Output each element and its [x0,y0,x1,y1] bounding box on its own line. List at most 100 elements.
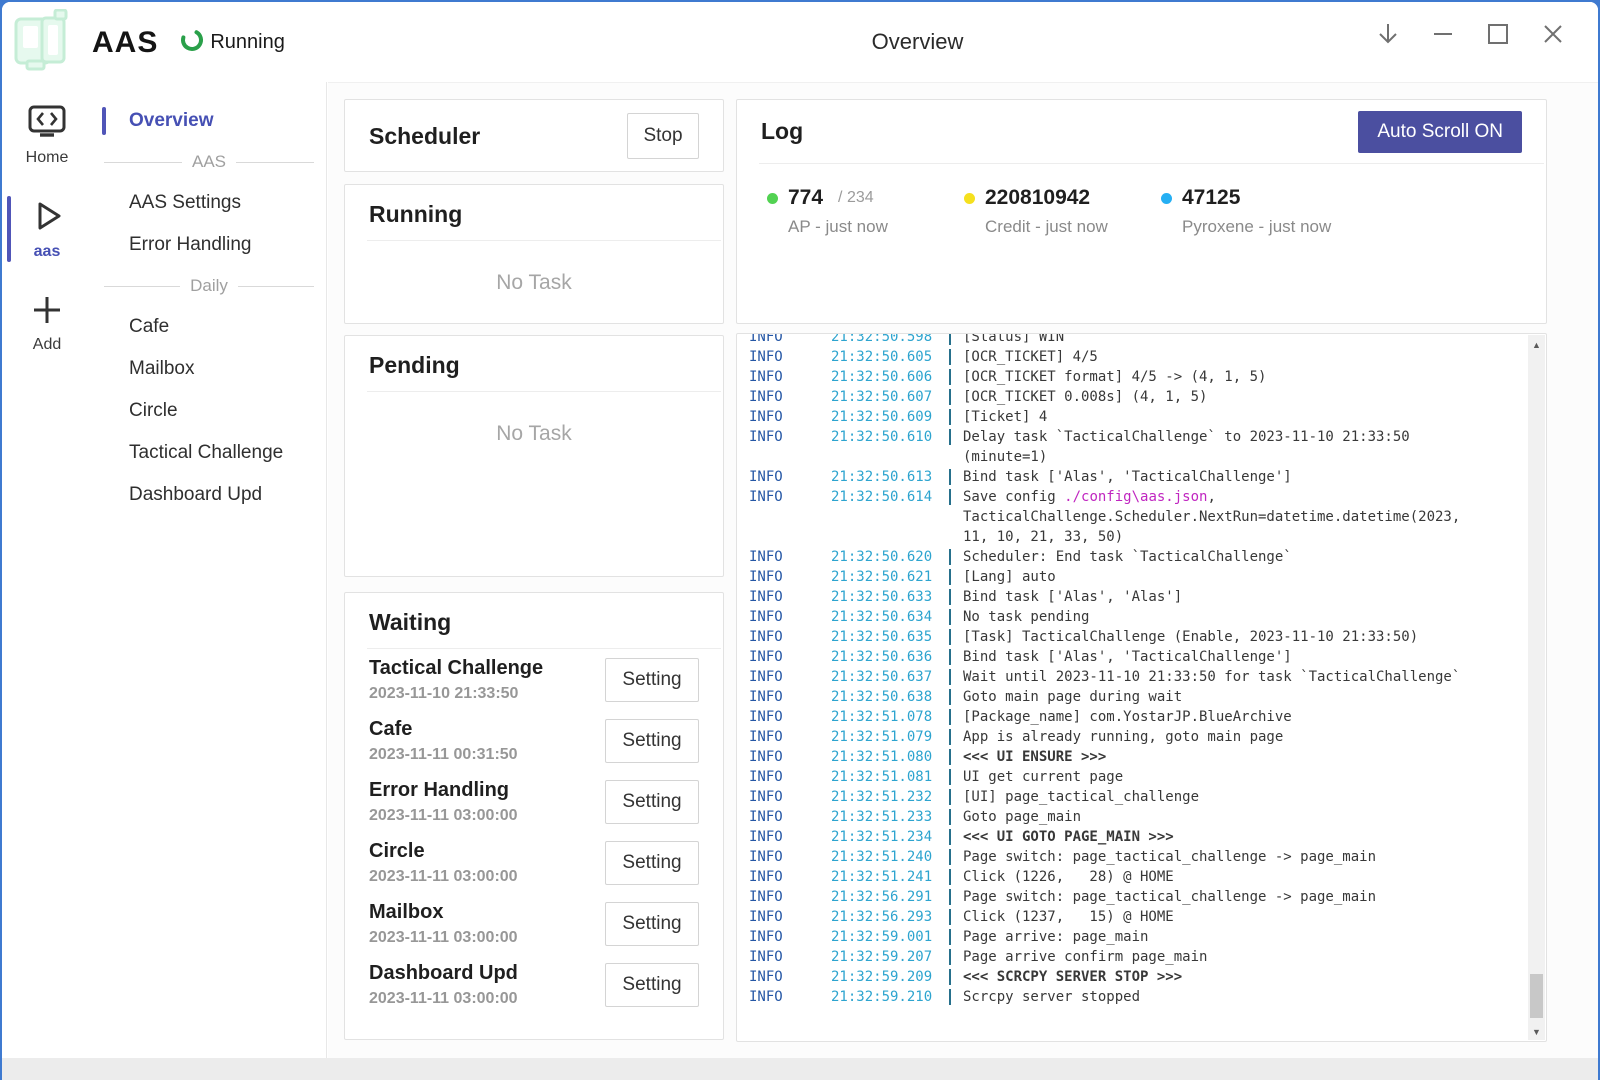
log-separator [949,809,951,825]
log-level: INFO [749,607,831,627]
log-level: INFO [749,687,831,707]
log-timestamp: 21:32:50.605 [831,347,949,367]
log-separator [949,989,951,1005]
log-row: INFO 21:32:50.613 Bind task ['Alas', 'Ta… [749,467,1526,487]
close-icon[interactable] [1538,16,1568,52]
nav-rail: Home aas Add [2,82,93,1058]
scroll-down-icon[interactable]: ▼ [1528,1023,1545,1040]
log-level: INFO [749,947,831,967]
sidebar-item-aas-settings[interactable]: AAS Settings [92,182,326,224]
task-name: Circle [369,840,518,863]
rail-item-aas[interactable]: aas [2,188,92,270]
log-timestamp: 21:32:50.613 [831,467,949,487]
pending-empty-state: No Task [345,422,723,446]
log-message: Goto main page during wait [963,687,1182,707]
log-separator [949,349,951,365]
log-level: INFO [749,427,831,447]
resource-stat: 47125 Pyroxene - just now [1161,186,1358,237]
task-name: Tactical Challenge [369,657,543,680]
app-window: AAS Running Overview [2,2,1598,1080]
divider [367,391,721,392]
setting-button-error-handling[interactable]: Setting [605,780,699,824]
log-separator [949,589,951,605]
spinner-icon [180,28,204,57]
maximize-icon[interactable] [1483,16,1513,52]
log-timestamp: 21:32:50.614 [831,487,949,507]
log-message: Wait until 2023-11-10 21:33:50 for task … [963,667,1460,687]
log-timestamp: 21:32:59.207 [831,947,949,967]
log-message: Scrcpy server stopped [963,987,1140,1007]
log-row: INFO 21:32:50.638 Goto main page during … [749,687,1526,707]
log-separator [949,729,951,745]
log-row: INFO 21:32:51.232 [UI] page_tactical_cha… [749,787,1526,807]
scroll-up-icon[interactable]: ▲ [1528,336,1545,353]
sidebar-item-mailbox[interactable]: Mailbox [92,348,326,390]
rail-item-home[interactable]: Home [2,94,92,176]
log-separator [949,789,951,805]
setting-button-circle[interactable]: Setting [605,841,699,885]
log-message: Scheduler: End task `TacticalChallenge` [963,547,1292,567]
log-row: INFO 21:32:50.607 [OCR_TICKET 0.008s] (4… [749,387,1526,407]
arrow-down-icon[interactable] [1373,16,1403,52]
log-timestamp: 21:32:51.080 [831,747,949,767]
sidebar-item-overview[interactable]: Overview [92,100,326,142]
log-message: <<< SCRCPY SERVER STOP >>> [963,967,1182,987]
sidebar-item-dashboard-upd[interactable]: Dashboard Upd [92,474,326,516]
running-card: Running No Task [344,184,724,324]
stat-value: 220810942 [985,186,1090,210]
waiting-title: Waiting [369,609,451,635]
setting-button-tactical-challenge[interactable]: Setting [605,658,699,702]
scrollbar-thumb[interactable] [1530,974,1543,1018]
log-message: Save config ./config\aas.json, TacticalC… [963,487,1486,547]
sidebar-item-tactical-challenge[interactable]: Tactical Challenge [92,432,326,474]
log-level: INFO [749,347,831,367]
setting-button-mailbox[interactable]: Setting [605,902,699,946]
log-message: Page arrive: page_main [963,927,1148,947]
log-message: <<< UI ENSURE >>> [963,747,1106,767]
log-level: INFO [749,787,831,807]
task-name: Mailbox [369,901,518,924]
log-separator [949,969,951,985]
log-separator [949,489,951,505]
waiting-task-row: Error Handling 2023-11-11 03:00:00 Setti… [345,771,723,832]
log-row: INFO 21:32:56.293 Click (1237, 15) @ HOM… [749,907,1526,927]
sidebar-item-error-handling[interactable]: Error Handling [92,224,326,266]
waiting-task-row: Dashboard Upd 2023-11-11 03:00:00 Settin… [345,954,723,1015]
log-separator [949,389,951,405]
log-viewer[interactable]: INFO 21:32:50.598 [Status] WIN INFO 21:3… [736,333,1547,1042]
log-row: INFO 21:32:51.078 [Package_name] com.Yos… [749,707,1526,727]
log-timestamp: 21:32:50.607 [831,387,949,407]
log-timestamp: 21:32:51.078 [831,707,949,727]
log-separator [949,669,951,685]
minimize-icon[interactable] [1428,16,1458,52]
log-row: INFO 21:32:50.637 Wait until 2023-11-10 … [749,667,1526,687]
pending-title: Pending [369,352,460,378]
log-row: INFO 21:32:56.291 Page switch: page_tact… [749,887,1526,907]
log-title: Log [761,118,803,145]
log-separator [949,469,951,485]
log-row: INFO 21:32:59.210 Scrcpy server stopped [749,987,1526,1007]
log-timestamp: 21:32:50.606 [831,367,949,387]
log-level: INFO [749,333,831,347]
log-level: INFO [749,767,831,787]
auto-scroll-button[interactable]: Auto Scroll ON [1358,111,1522,153]
sidebar-item-cafe[interactable]: Cafe [92,306,326,348]
log-message: [OCR_TICKET] 4/5 [963,347,1098,367]
rail-item-add[interactable]: Add [2,282,92,364]
log-timestamp: 21:32:56.293 [831,907,949,927]
waiting-task-row: Cafe 2023-11-11 00:31:50 Setting [345,710,723,771]
log-level: INFO [749,747,831,767]
log-level: INFO [749,967,831,987]
setting-button-dashboard-upd[interactable]: Setting [605,963,699,1007]
sidebar-item-circle[interactable]: Circle [92,390,326,432]
log-separator [949,429,951,445]
window-controls [1373,16,1568,52]
log-message: UI get current page [963,767,1123,787]
pending-card: Pending No Task [344,335,724,577]
log-separator [949,849,951,865]
stop-button[interactable]: Stop [627,113,699,159]
log-message: <<< UI GOTO PAGE_MAIN >>> [963,827,1174,847]
setting-button-cafe[interactable]: Setting [605,719,699,763]
log-scrollbar[interactable]: ▲ ▼ [1528,335,1545,1040]
log-message: Click (1237, 15) @ HOME [963,907,1174,927]
